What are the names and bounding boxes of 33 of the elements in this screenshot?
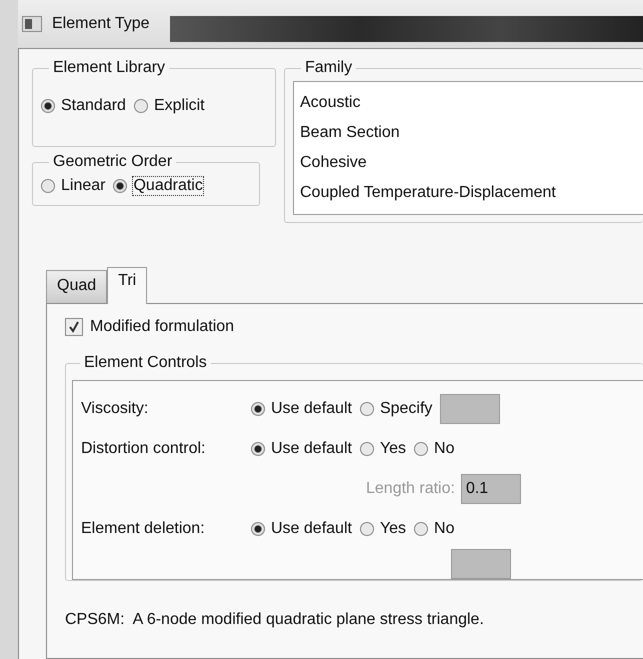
list-item[interactable]: Beam Section xyxy=(300,118,637,148)
group-label: Geometric Order xyxy=(52,153,174,171)
input-field[interactable] xyxy=(451,549,511,579)
radio-option[interactable]: Explicit xyxy=(134,97,205,115)
checkbox[interactable]: Modified formulation xyxy=(65,318,643,336)
radio-option[interactable]: Yes xyxy=(360,440,406,458)
radio-option[interactable]: Quadratic xyxy=(113,177,203,195)
group-label: Family xyxy=(304,59,354,77)
list-item[interactable]: Cohesive xyxy=(300,148,637,178)
row-label: Distortion control: xyxy=(81,440,206,458)
window-title: Element Type xyxy=(52,15,150,33)
checkmark-icon xyxy=(67,320,81,334)
tab[interactable]: Tri xyxy=(107,267,148,304)
radio-option[interactable]: Use default xyxy=(251,440,352,458)
radio-option[interactable]: Standard xyxy=(41,97,126,115)
radio-option[interactable]: Use default xyxy=(251,400,352,418)
input-field[interactable] xyxy=(440,394,500,424)
field-label: Length ratio: xyxy=(366,480,455,498)
radio-option[interactable]: No xyxy=(414,520,454,538)
row-label: Element deletion: xyxy=(81,520,206,538)
list-item[interactable]: Acoustic xyxy=(300,88,637,118)
group-label: Element Library xyxy=(52,59,166,77)
list-item[interactable]: Coupled Temperature-Displacement xyxy=(300,178,637,208)
radio-option[interactable]: Use default xyxy=(251,520,352,538)
row-label: Viscosity: xyxy=(81,400,150,418)
radio-option[interactable]: No xyxy=(414,440,454,458)
tab[interactable]: Quad xyxy=(46,270,108,303)
group-label: Element Controls xyxy=(83,354,208,372)
element-description: CPS6M: A 6-node modified quadratic plane stress triangle. xyxy=(65,611,485,629)
radio-option[interactable]: Specify xyxy=(360,400,432,418)
radio-option[interactable]: Linear xyxy=(41,177,106,195)
window-icon xyxy=(22,16,42,32)
radio-option[interactable]: Yes xyxy=(360,520,406,538)
